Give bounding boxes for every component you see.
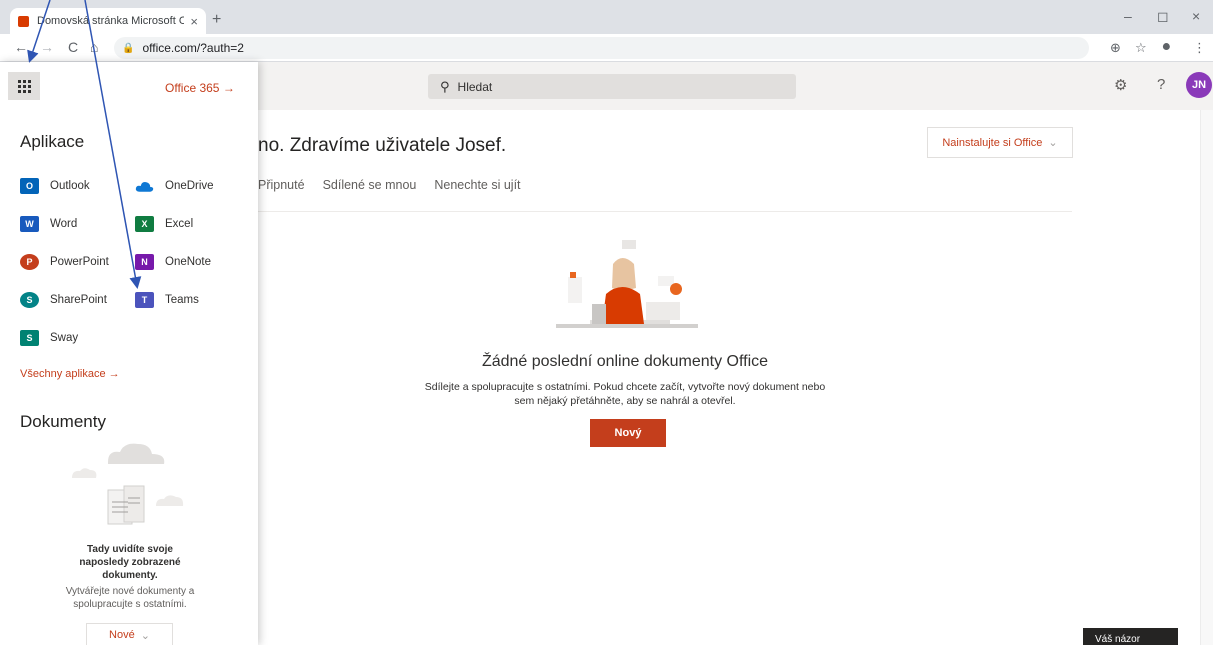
- scrollbar[interactable]: [1200, 110, 1213, 645]
- empty-desc-line: sem nějaký přetáhněte, aby se nahrál a o…: [514, 395, 736, 407]
- documents-empty-heading: Tady uvidíte svoje naposledy zobrazené d…: [50, 543, 210, 582]
- all-apps-link[interactable]: Všechny aplikace →: [20, 368, 120, 380]
- app-excel[interactable]: X Excel: [135, 216, 193, 232]
- powerpoint-icon: P: [20, 254, 39, 270]
- office365-link[interactable]: Office 365 →: [165, 81, 235, 95]
- install-office-label: Nainstalujte si Office: [942, 136, 1043, 149]
- app-word[interactable]: W Word: [20, 216, 77, 232]
- onedrive-cloud-icon: [135, 182, 154, 192]
- documents-empty-subtext: Vytvářejte nové dokumenty a spolupracujt…: [40, 585, 220, 611]
- docs-head-line: dokumenty.: [102, 570, 158, 581]
- lock-icon: 🔒: [122, 42, 135, 54]
- reload-button[interactable]: C: [68, 39, 78, 55]
- search-box[interactable]: ⚲ Hledat: [428, 74, 796, 99]
- app-label: OneNote: [165, 256, 212, 268]
- teams-icon: T: [135, 292, 154, 308]
- chevron-down-icon: ⌄: [1048, 137, 1058, 149]
- docs-head-line: Tady uvidíte svoje: [87, 544, 173, 555]
- documents-section-title: Dokumenty: [20, 412, 106, 431]
- address-bar[interactable]: 🔒 office.com/?auth=2: [114, 37, 1089, 59]
- empty-state-title: Žádné poslední online dokumenty Office: [481, 353, 769, 370]
- docs-head-line: naposledy zobrazené: [79, 557, 181, 568]
- new-document-button[interactable]: Nový: [590, 419, 666, 447]
- browser-tab[interactable]: Domovská stránka Microsoft Offi ×: [10, 8, 206, 34]
- excel-icon: X: [135, 216, 154, 232]
- install-office-button[interactable]: Nainstalujte si Office ⌄: [927, 127, 1073, 158]
- docs-sub-line: spolupracujte s ostatními.: [73, 599, 187, 610]
- app-teams[interactable]: T Teams: [135, 292, 199, 308]
- app-outlook[interactable]: O Outlook: [20, 178, 90, 194]
- app-label: PowerPoint: [50, 256, 109, 268]
- zoom-icon[interactable]: ⊕: [1110, 40, 1121, 56]
- app-label: Sway: [50, 332, 79, 344]
- avatar[interactable]: JN: [1186, 72, 1212, 98]
- new-documents-button[interactable]: Nové ⌄: [86, 623, 173, 645]
- office-favicon-icon: [18, 15, 29, 27]
- app-onedrive[interactable]: OneDrive: [135, 178, 214, 194]
- help-icon[interactable]: ?: [1157, 76, 1165, 93]
- profile-icon[interactable]: ⚫: [1160, 38, 1173, 56]
- onenote-icon: N: [135, 254, 154, 270]
- tab-dont-miss[interactable]: Nenechte si ujít: [434, 178, 520, 192]
- home-button[interactable]: ⌂: [90, 39, 98, 55]
- filter-tabs: Připnuté Sdílené se mnou Nenechte si ují…: [258, 178, 521, 192]
- app-onenote[interactable]: N OneNote: [135, 254, 211, 270]
- greeting-title: no. Zdravíme uživatele Josef.: [258, 135, 507, 156]
- app-label: Excel: [165, 218, 194, 230]
- new-tab-button[interactable]: +: [212, 11, 221, 29]
- browser-toolbar: ← → C ⌂ 🔒 office.com/?auth=2 ⊕ ☆ ⚫ ⋮: [0, 34, 1213, 62]
- app-powerpoint[interactable]: P PowerPoint: [20, 254, 109, 270]
- app-sharepoint[interactable]: S SharePoint: [20, 292, 107, 308]
- app-label: Teams: [165, 294, 199, 306]
- documents-empty-illustration: [72, 443, 184, 525]
- app-label: Outlook: [50, 180, 90, 192]
- feedback-button[interactable]: Váš názor: [1083, 628, 1178, 645]
- app-label: SharePoint: [50, 294, 107, 306]
- minimize-icon[interactable]: –: [1124, 8, 1132, 24]
- maximize-icon[interactable]: ◻: [1157, 8, 1169, 25]
- app-sway[interactable]: S Sway: [20, 330, 78, 346]
- empty-state-description: Sdílejte a spolupracujte s ostatními. Po…: [375, 380, 875, 408]
- word-icon: W: [20, 216, 39, 232]
- tab-close-icon[interactable]: ×: [190, 14, 198, 29]
- app-launcher-panel: Office 365 → Aplikace O Outlook OneDrive…: [0, 62, 258, 645]
- browser-tabstrip: Domovská stránka Microsoft Offi × + – ◻ …: [0, 0, 1213, 34]
- search-icon: ⚲: [440, 78, 450, 94]
- settings-gear-icon[interactable]: ⚙: [1114, 76, 1127, 94]
- search-placeholder: Hledat: [457, 79, 493, 94]
- app-label: OneDrive: [165, 180, 214, 192]
- new-documents-label: Nové: [109, 629, 135, 641]
- docs-sub-line: Vytvářejte nové dokumenty a: [65, 586, 195, 597]
- close-window-icon[interactable]: ×: [1192, 8, 1200, 24]
- apps-section-title: Aplikace: [20, 132, 85, 151]
- empty-state-illustration: [556, 240, 698, 328]
- url-text: office.com/?auth=2: [142, 41, 244, 55]
- chevron-down-icon: ⌄: [140, 629, 150, 642]
- tab-pinned[interactable]: Připnuté: [258, 178, 305, 192]
- app-label: Word: [50, 218, 78, 230]
- app-launcher-waffle-icon[interactable]: [8, 72, 40, 100]
- menu-kebab-icon[interactable]: ⋮: [1193, 40, 1206, 56]
- sharepoint-icon: S: [20, 292, 39, 308]
- forward-button[interactable]: →: [40, 39, 54, 55]
- tab-title: Domovská stránka Microsoft Offi: [37, 15, 185, 27]
- divider: [258, 211, 1072, 212]
- sway-icon: S: [20, 330, 39, 346]
- empty-desc-line: Sdílejte a spolupracujte s ostatními. Po…: [424, 381, 826, 393]
- tab-shared-with-me[interactable]: Sdílené se mnou: [323, 178, 417, 192]
- back-button[interactable]: ←: [14, 39, 28, 55]
- outlook-icon: O: [20, 178, 39, 194]
- bookmark-star-icon[interactable]: ☆: [1135, 40, 1147, 56]
